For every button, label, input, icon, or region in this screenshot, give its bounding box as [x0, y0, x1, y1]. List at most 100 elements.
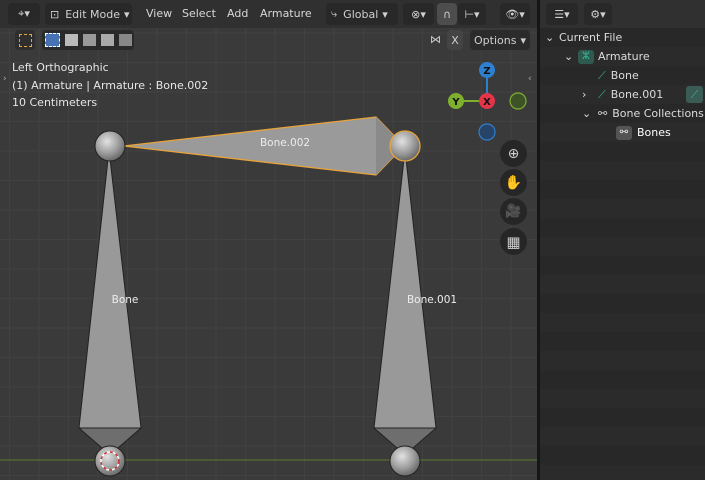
magnet-icon: ∩ — [442, 7, 452, 21]
menu-add[interactable]: Add — [227, 7, 248, 20]
tool-settings-bar: ⋈ X Options ▾ — [0, 28, 537, 52]
bone-collection-icon: ⚯ — [616, 125, 632, 140]
outliner-editor-type-button[interactable]: ☰▾ — [546, 3, 578, 25]
outliner-empty-row — [540, 218, 705, 237]
3d-viewport[interactable]: Bone.002 Bone Bone.001 ⌖▾ ⊡ Edit Mode ▾ … — [0, 0, 537, 480]
select-new-icon[interactable] — [44, 33, 60, 47]
outliner-row-bone-collections[interactable]: ⌄ ⚯ Bone Collections — [540, 104, 705, 123]
snap-toggle[interactable]: ∩ — [437, 3, 457, 25]
chevron-down-icon: ▾ — [520, 33, 526, 47]
menu-view[interactable]: View — [146, 7, 172, 20]
select-box-icon — [18, 33, 32, 47]
outliner-row-current-file[interactable]: ⌄ Current File — [540, 28, 705, 47]
outliner-empty-row — [540, 275, 705, 294]
view-name: Left Orthographic — [12, 61, 109, 74]
edit-mode-icon: ⊡ — [50, 7, 60, 21]
select-invert-icon[interactable] — [100, 34, 114, 46]
outliner-row-bone[interactable]: ⟋ Bone — [540, 66, 705, 85]
snap-increment-icon: ⊢▾ — [464, 7, 480, 21]
pivot-point-icon: ⊗▾ — [411, 7, 426, 21]
gizmo-y-label: Y — [451, 97, 460, 108]
zoom-button[interactable]: ⊕ — [500, 140, 527, 167]
select-extend-icon[interactable] — [64, 34, 78, 46]
viewport-header: ⌖▾ ⊡ Edit Mode ▾ View Select Add Armatur… — [0, 0, 537, 28]
selection-mode-group — [42, 30, 134, 50]
outliner-row-bones[interactable]: ⚯ Bones — [540, 123, 705, 142]
gizmo-z-label: Z — [483, 66, 490, 77]
outliner-icon: ☰▾ — [554, 7, 570, 21]
mirror-icon[interactable]: ⋈ — [430, 33, 441, 46]
bone-icon: ⟋ — [598, 87, 606, 101]
options-dropdown[interactable]: Options ▾ — [470, 30, 530, 50]
gizmo-neg-y-axis — [509, 92, 527, 110]
outliner-label-bone: Bone — [610, 69, 639, 82]
pan-button[interactable]: ✋ — [500, 169, 527, 196]
outliner-empty-row — [540, 389, 705, 408]
expand-down-icon[interactable]: ⌄ — [545, 31, 559, 44]
outliner-empty-row — [540, 142, 705, 161]
outliner-label-bone001: Bone.001 — [610, 88, 664, 101]
menu-armature[interactable]: Armature — [260, 7, 312, 20]
mode-dropdown[interactable]: ⊡ Edit Mode ▾ — [45, 3, 132, 25]
axis-gizmo-icon: ⌖▾ — [18, 7, 30, 20]
toolbar-expand-arrow[interactable]: › — [3, 74, 7, 84]
armature-data-icon: ⵣ — [578, 49, 594, 64]
select-intersect-icon[interactable] — [118, 34, 132, 46]
bone-label-bone002: Bone.002 — [260, 137, 310, 149]
view-context: (1) Armature | Armature : Bone.002 — [12, 79, 209, 92]
bone-icon: ⟋ — [598, 68, 606, 82]
outliner-empty-row — [540, 370, 705, 389]
joint-tail-bone002 — [389, 130, 421, 162]
expand-down-icon[interactable]: ⌄ — [582, 107, 596, 120]
outliner-empty-row — [540, 199, 705, 218]
select-tool-button[interactable] — [15, 30, 35, 50]
outliner-empty-row — [540, 161, 705, 180]
outliner-row-armature[interactable]: ⌄ ⵣ Armature — [540, 47, 705, 66]
outliner-empty-row — [540, 256, 705, 275]
menu-select[interactable]: Select — [182, 7, 216, 20]
outliner-panel: ☰▾ ⚙▾ ⌄ Current File ⌄ ⵣ Armature ⟋ Bone… — [540, 0, 705, 480]
visibility-dropdown[interactable]: 👁▾ — [500, 3, 530, 25]
expand-down-icon[interactable]: ⌄ — [564, 50, 578, 63]
bone-collections-icon: ⚯ — [598, 107, 608, 120]
outliner-empty-row — [540, 408, 705, 427]
mode-label: Edit Mode — [65, 7, 120, 21]
camera-view-button[interactable]: 🎥 — [500, 198, 527, 225]
outliner-label-bones: Bones — [637, 126, 671, 139]
joint-tail-bone — [94, 445, 126, 477]
x-mirror-label: X — [451, 33, 459, 47]
outliner-row-bone001[interactable]: › ⟋ Bone.001 ⟋ — [540, 85, 705, 104]
options-label: Options — [474, 33, 517, 47]
gizmo-neg-z-axis — [478, 123, 496, 141]
ortho-toggle-button[interactable]: ▦ — [500, 228, 527, 255]
outliner-empty-row — [540, 446, 705, 465]
x-mirror-toggle[interactable]: X — [447, 30, 463, 50]
display-mode-icon: ⚙▾ — [590, 7, 606, 21]
navigation-gizmo[interactable]: Z Y X — [442, 58, 532, 143]
orientation-label: Global — [343, 7, 379, 21]
snap-target-dropdown[interactable]: ⊢▾ — [458, 3, 486, 25]
eye-icon: 👁▾ — [505, 7, 525, 21]
pivot-dropdown[interactable]: ⊗▾ — [403, 3, 434, 25]
outliner-label-current-file: Current File — [559, 31, 623, 44]
bone-label-bone: Bone — [112, 294, 139, 306]
expand-right-icon[interactable]: › — [582, 88, 596, 101]
outliner-empty-row — [540, 237, 705, 256]
bone-label-bone001: Bone.001 — [407, 294, 457, 306]
joint-tail-bone001 — [389, 445, 421, 477]
outliner-empty-row — [540, 351, 705, 370]
camera-icon: 🎥 — [505, 204, 522, 219]
orientation-dropdown[interactable]: ⤷ Global ▾ — [326, 3, 398, 25]
hand-icon: ✋ — [504, 174, 523, 191]
bone-data-badge-icon: ⟋ — [686, 86, 703, 103]
display-mode-dropdown[interactable]: ⚙▾ — [584, 3, 612, 25]
transform-orientation-icon: ⤷ — [331, 7, 338, 20]
grid-scale: 10 Centimeters — [12, 96, 98, 109]
editor-type-button[interactable]: ⌖▾ — [8, 3, 40, 25]
zoom-icon: ⊕ — [507, 145, 520, 162]
outliner-label-armature: Armature — [598, 50, 650, 63]
chevron-down-icon: ▾ — [124, 7, 130, 21]
outliner-empty-row — [540, 313, 705, 332]
outliner-empty-row — [540, 332, 705, 351]
select-subtract-icon[interactable] — [82, 34, 96, 46]
